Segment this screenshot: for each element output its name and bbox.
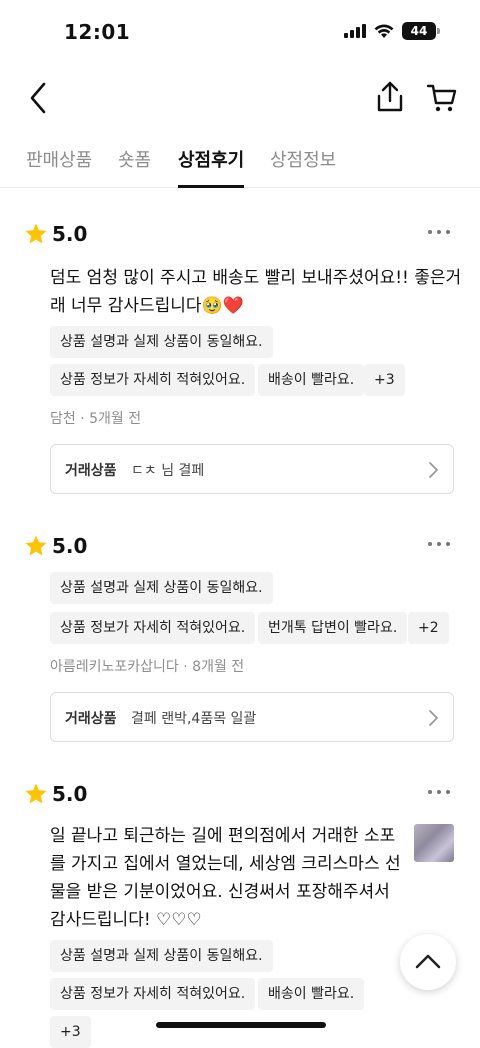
share-icon[interactable] <box>374 80 406 114</box>
tab-bar: 판매상품 숏폼 상점후기 상점정보 <box>0 136 480 188</box>
star-icon <box>25 535 47 556</box>
status-time: 12:01 <box>64 20 131 44</box>
review-tag: 배송이 빨라요. <box>258 978 365 1010</box>
signal-icon <box>344 24 366 38</box>
chevron-right-icon <box>429 462 438 478</box>
chevron-up-icon <box>415 954 441 969</box>
product-name: ㄷㅊ 님 결페 <box>131 463 205 479</box>
home-indicator <box>156 1022 326 1028</box>
review-tag: 상품 정보가 자세히 적혀있어요. <box>50 978 256 1010</box>
tab-store-info[interactable]: 상점정보 <box>270 146 336 188</box>
review-tag-more[interactable]: +3 <box>364 364 405 396</box>
rating-value: 5.0 <box>52 782 88 806</box>
review-author[interactable]: 담천 <box>50 411 76 427</box>
more-options-icon[interactable] <box>428 230 450 234</box>
scroll-to-top-button[interactable] <box>400 934 456 990</box>
more-options-icon[interactable] <box>428 542 450 546</box>
tab-shortform[interactable]: 숏폼 <box>118 146 151 188</box>
rating-value: 5.0 <box>52 222 88 246</box>
cart-icon[interactable] <box>426 82 458 114</box>
chevron-right-icon <box>429 710 438 726</box>
review-tag: 상품 설명과 실제 상품이 동일해요. <box>50 572 273 604</box>
review-tag: 번개톡 답변이 빨라요. <box>258 612 408 644</box>
rating-value: 5.0 <box>52 534 88 558</box>
review-author[interactable]: 아름레키노포카삽니다 <box>50 659 179 675</box>
review-tag: 상품 정보가 자세히 적혀있어요. <box>50 612 256 644</box>
top-nav <box>0 74 480 122</box>
rating-row: 5.0 <box>24 222 87 246</box>
product-label: 거래상품 <box>65 711 117 727</box>
review-time: 5개월 전 <box>89 411 142 427</box>
tab-products[interactable]: 판매상품 <box>26 146 92 188</box>
wifi-icon <box>374 24 394 38</box>
review-text: 일 끝나고 퇴근하는 길에 편의점에서 거래한 소포 를 가지고 집에서 열었는… <box>50 826 401 930</box>
review-tag-more[interactable]: +3 <box>50 1016 91 1048</box>
review-tag-more[interactable]: +2 <box>408 612 449 644</box>
review-tag: 배송이 빨라요. <box>258 364 365 396</box>
product-label: 거래상품 <box>65 463 117 479</box>
product-link[interactable]: 거래상품 결페 랜박,4품목 일괄 <box>50 692 454 742</box>
product-link[interactable]: 거래상품 ㄷㅊ 님 결페 <box>50 444 454 494</box>
review-time: 8개월 전 <box>192 659 245 675</box>
review-meta: 아름레키노포카삽니다 · 8개월 전 <box>50 659 245 675</box>
star-icon <box>25 223 47 244</box>
review-tag: 상품 설명과 실제 상품이 동일해요. <box>50 940 273 972</box>
tab-reviews[interactable]: 상점후기 <box>178 146 245 188</box>
review-meta: 담천 · 5개월 전 <box>50 411 142 427</box>
chevron-left-icon[interactable] <box>24 80 54 116</box>
review-text: 덤도 엄청 많이 주시고 배송도 빨리 보내주셨어요!! 좋은거 래 너무 감사… <box>50 268 462 316</box>
battery-icon: 44 <box>402 22 440 40</box>
more-options-icon[interactable] <box>428 790 450 794</box>
rating-row: 5.0 <box>24 534 87 558</box>
review-tag: 상품 정보가 자세히 적혀있어요. <box>50 364 256 396</box>
review-photo-thumbnail[interactable] <box>414 824 454 862</box>
star-icon <box>25 783 47 804</box>
status-icons: 44 <box>344 22 440 40</box>
product-name: 결페 랜박,4품목 일괄 <box>131 711 257 727</box>
review-tag: 상품 설명과 실제 상품이 동일해요. <box>50 326 273 358</box>
rating-row: 5.0 <box>24 782 87 806</box>
status-bar: 12:01 44 <box>0 0 480 64</box>
